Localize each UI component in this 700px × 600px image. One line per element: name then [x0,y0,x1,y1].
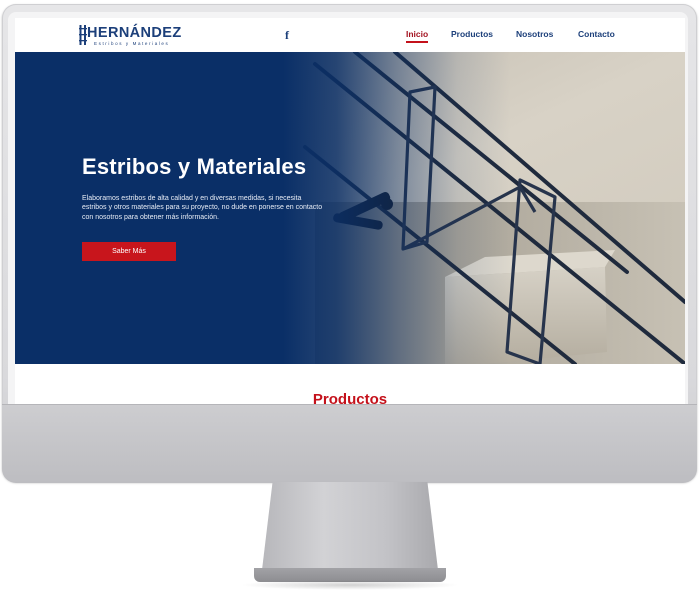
monitor-stand [262,482,438,570]
products-heading: Productos [312,391,388,404]
screen: HERNÁNDEZ Estribos y Materiales f Inicio… [15,18,685,404]
logo-wordmark: HERNÁNDEZ [87,25,182,41]
nav-inicio[interactable]: Inicio [406,29,428,39]
logo-tagline: Estribos y Materiales [94,41,170,46]
monitor-chin [2,404,697,483]
site-header: HERNÁNDEZ Estribos y Materiales f Inicio… [15,18,685,52]
facebook-icon[interactable]: f [285,28,289,43]
nav-nosotros[interactable]: Nosotros [516,29,553,39]
nav-active-indicator [406,41,428,43]
nav-productos[interactable]: Productos [451,29,493,39]
hero-description: Elaboramos estribos de alta calidad y en… [82,195,323,221]
nav-contacto[interactable]: Contacto [578,29,615,39]
stand-shadow [240,580,460,590]
hero-title: Estribos y Materiales [82,154,307,179]
hero-section: Estribos y Materiales Elaboramos estribo… [15,52,685,364]
saber-mas-button[interactable]: Saber Más [82,242,176,261]
